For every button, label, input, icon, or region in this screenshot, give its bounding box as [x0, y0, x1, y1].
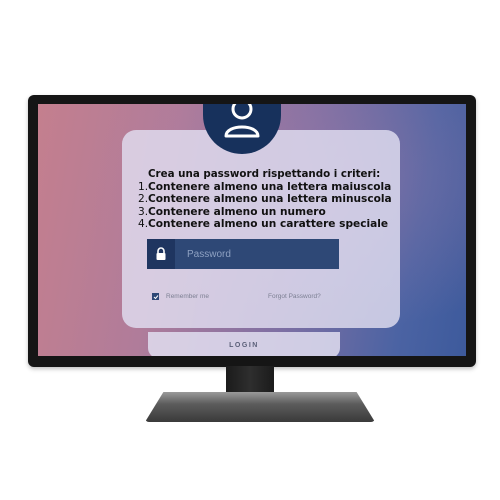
criteria-text: Contenere almeno un numero: [148, 205, 326, 218]
criteria-text: Contenere almeno una lettera maiuscola: [148, 180, 392, 193]
criteria-item: 3.Contenere almeno un numero: [138, 206, 398, 219]
stage: Crea una password rispettando i criteri:…: [0, 0, 500, 500]
criteria-list: 1.Contenere almeno una lettera maiuscola…: [128, 181, 398, 231]
monitor-stand-neck: [226, 366, 274, 396]
remember-checkbox[interactable]: [152, 293, 159, 300]
criteria-text: Contenere almeno un carattere speciale: [148, 218, 389, 231]
password-criteria: Crea una password rispettando i criteri:…: [128, 168, 398, 231]
criteria-number: 3.: [138, 205, 149, 218]
monitor-stand-base: [145, 392, 375, 422]
login-button[interactable]: LOGIN: [148, 332, 340, 356]
criteria-item: 1.Contenere almeno una lettera maiuscola: [138, 181, 398, 194]
password-input[interactable]: [175, 247, 329, 261]
remember-me[interactable]: Remember me: [152, 293, 209, 300]
criteria-item: 2.Contenere almeno una lettera minuscola: [138, 193, 398, 206]
criteria-number: 4.: [138, 218, 149, 231]
user-icon: [224, 104, 260, 138]
forgot-password-link[interactable]: Forgot Password?: [268, 293, 321, 300]
monitor-screen: Crea una password rispettando i criteri:…: [38, 104, 466, 356]
password-field[interactable]: [147, 239, 339, 269]
criteria-number: 1.: [138, 180, 149, 193]
check-icon: [153, 294, 158, 299]
criteria-number: 2.: [138, 193, 149, 206]
lock-icon: [147, 239, 175, 269]
criteria-text: Contenere almeno una lettera minuscola: [148, 193, 392, 206]
remember-label: Remember me: [166, 293, 209, 300]
criteria-item: 4.Contenere almeno un carattere speciale: [138, 218, 398, 231]
criteria-heading: Crea una password rispettando i criteri:: [148, 168, 381, 180]
